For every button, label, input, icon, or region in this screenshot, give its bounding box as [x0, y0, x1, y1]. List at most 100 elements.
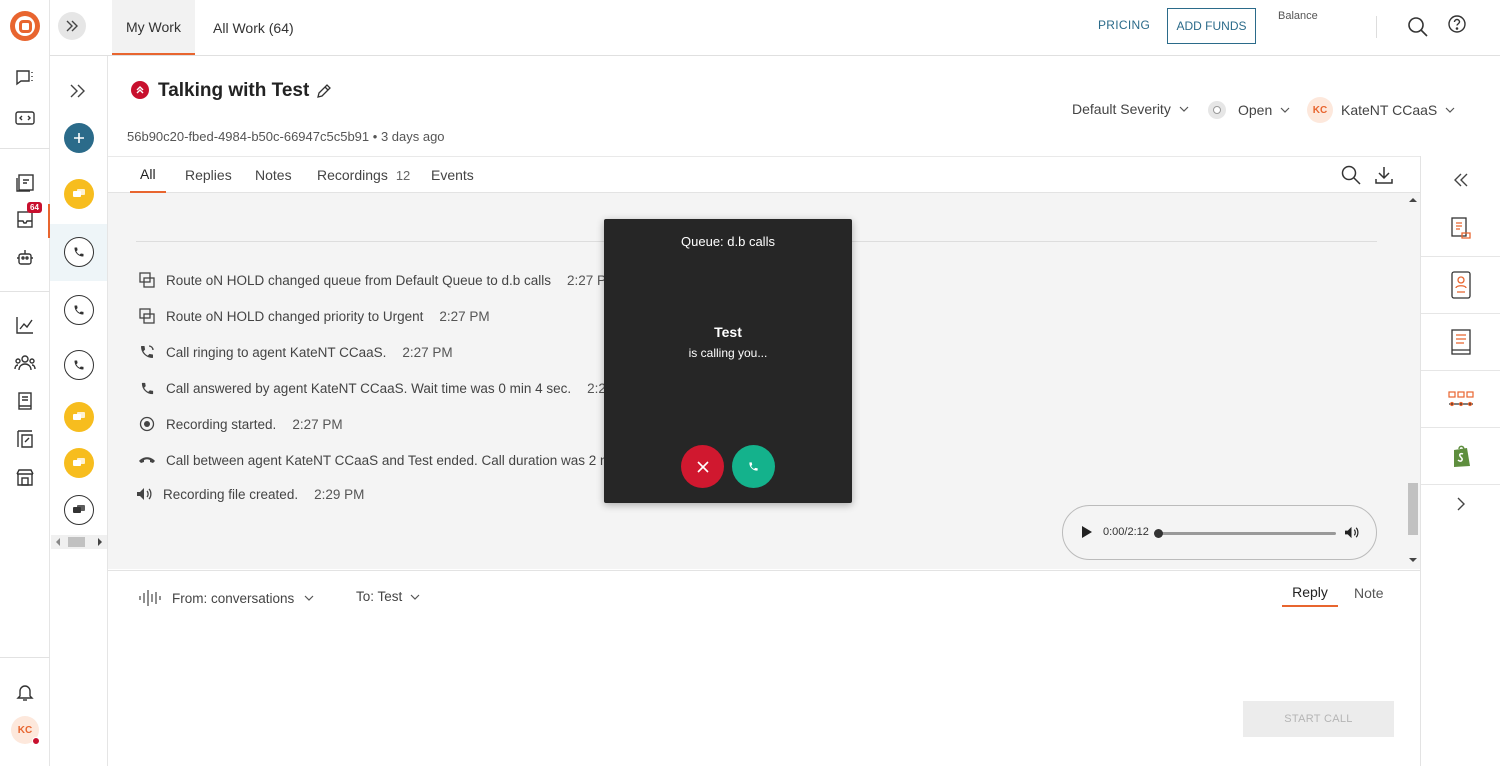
event-time: 2:29 PM	[314, 486, 365, 502]
report-icon[interactable]	[13, 427, 37, 451]
tab-my-work[interactable]: My Work	[112, 0, 195, 55]
app-document-icon[interactable]	[1421, 314, 1500, 371]
collapse-panel-icon[interactable]	[1453, 173, 1469, 187]
tab-notes[interactable]: Notes	[255, 157, 292, 193]
download-icon[interactable]	[1374, 165, 1394, 185]
chat-icon[interactable]	[13, 66, 37, 90]
people-icon[interactable]	[13, 351, 37, 375]
presence-dot	[32, 737, 40, 745]
collapse-list-icon[interactable]	[69, 84, 87, 98]
status-open-icon	[1208, 101, 1226, 119]
timeline-event: Recording file created. 2:29 PM	[135, 485, 364, 503]
chevron-down-icon	[1179, 106, 1189, 112]
app-logo[interactable]	[10, 11, 40, 41]
event-text: Recording started.	[166, 416, 277, 432]
speaker-icon	[135, 485, 153, 503]
double-chevron-right-icon	[66, 20, 78, 32]
volume-icon[interactable]	[1344, 526, 1359, 539]
app-notes-icon[interactable]	[1421, 200, 1500, 257]
from-label: From: conversations	[172, 590, 295, 606]
tab-recordings-label: Recordings	[317, 167, 388, 183]
analytics-icon[interactable]	[13, 313, 37, 337]
phone-icon	[74, 305, 84, 315]
code-icon[interactable]	[13, 106, 37, 130]
caller-name: Test	[714, 324, 742, 340]
chat-conversation-item[interactable]	[64, 495, 94, 525]
book-icon[interactable]	[13, 389, 37, 413]
tab-all-work[interactable]: All Work (64)	[199, 0, 308, 55]
tab-recordings-count: 12	[395, 167, 411, 183]
status-dropdown[interactable]: Open	[1208, 101, 1290, 119]
chat-conversation-item[interactable]	[64, 402, 94, 432]
help-icon[interactable]	[1447, 14, 1467, 34]
chevron-down-icon	[1445, 107, 1455, 113]
app-workflow-icon[interactable]	[1421, 371, 1500, 428]
call-status-text: is calling you...	[688, 346, 768, 360]
record-icon	[138, 415, 156, 433]
shopify-icon[interactable]	[1421, 428, 1500, 485]
tab-recordings[interactable]: Recordings 12	[317, 157, 410, 193]
timeline-event: Call answered by agent KateNT CCaaS. Wai…	[138, 379, 613, 397]
event-time: 2:27 PM	[402, 344, 453, 360]
decline-call-button[interactable]	[681, 445, 724, 488]
accept-call-button[interactable]	[732, 445, 775, 488]
tab-reply[interactable]: Reply	[1282, 579, 1338, 607]
call-conversation-item[interactable]	[64, 295, 94, 325]
ticket-header: Talking with Test 56b90c20-fbed-4984-b50…	[108, 56, 1500, 156]
conversation-list	[50, 56, 108, 766]
new-conversation-button[interactable]	[64, 123, 94, 153]
scrollbar-thumb[interactable]	[1408, 483, 1418, 535]
bot-icon[interactable]	[13, 246, 37, 270]
search-icon[interactable]	[1407, 16, 1429, 38]
to-label: To: Test	[356, 589, 403, 604]
store-icon[interactable]	[13, 465, 37, 489]
phone-icon	[138, 379, 156, 397]
call-conversation-item[interactable]	[64, 237, 94, 267]
edit-title-icon[interactable]	[316, 83, 332, 99]
event-text: Recording file created.	[163, 486, 299, 502]
horizontal-scrollbar[interactable]	[51, 535, 107, 549]
phone-icon	[749, 462, 758, 471]
top-bar: My Work All Work (64) PRICING ADD FUNDS …	[50, 0, 1500, 56]
timeline-event: Call ringing to agent KateNT CCaaS. 2:27…	[138, 343, 453, 361]
chevron-down-icon	[1280, 107, 1290, 113]
chevron-down-icon	[304, 595, 314, 601]
tab-all[interactable]: All	[130, 157, 166, 193]
play-button[interactable]	[1082, 526, 1092, 538]
audio-seek-bar[interactable]	[1158, 532, 1336, 535]
plus-icon	[74, 133, 84, 143]
search-icon[interactable]	[1341, 165, 1361, 185]
meta-separator: •	[372, 129, 381, 144]
event-text: Call answered by agent KateNT CCaaS. Wai…	[166, 380, 572, 396]
ticket-id: 56b90c20-fbed-4984-b50c-66947c5c5b91	[127, 129, 370, 144]
call-conversation-item[interactable]	[64, 350, 94, 380]
tab-events[interactable]: Events	[431, 157, 474, 193]
tab-replies[interactable]: Replies	[185, 157, 232, 193]
add-funds-button[interactable]: ADD FUNDS	[1167, 8, 1256, 44]
from-dropdown[interactable]: From: conversations	[138, 589, 314, 607]
chat-conversation-item[interactable]	[64, 179, 94, 209]
tab-note[interactable]: Note	[1354, 579, 1384, 607]
event-text: Route oN HOLD changed queue from Default…	[166, 272, 551, 288]
expand-sidebar-button[interactable]	[58, 12, 86, 40]
app-contact-icon[interactable]	[1421, 257, 1500, 314]
start-call-button[interactable]: START CALL	[1243, 701, 1394, 737]
divider	[1376, 16, 1377, 38]
audio-time: 0:00/2:12	[1103, 526, 1149, 538]
event-text: Call between agent KateNT CCaaS and Test…	[166, 452, 612, 468]
assignee-dropdown[interactable]: KC KateNT CCaaS	[1307, 97, 1455, 123]
balance-label: Balance	[1278, 10, 1318, 22]
pricing-link[interactable]: PRICING	[1098, 18, 1150, 32]
bell-icon[interactable]	[13, 680, 37, 704]
event-time: 2:27 PM	[292, 416, 343, 432]
audio-seek-knob[interactable]	[1154, 529, 1163, 538]
knowledge-icon[interactable]	[13, 171, 37, 195]
call-queue-label: Queue: d.b calls	[681, 234, 775, 249]
chevron-right-icon[interactable]	[1457, 497, 1465, 511]
chat-conversation-item[interactable]	[64, 448, 94, 478]
chat-bubbles-icon	[73, 505, 85, 513]
to-dropdown[interactable]: To: Test	[356, 589, 420, 604]
severity-dropdown[interactable]: Default Severity	[1072, 101, 1189, 117]
phone-ringing-icon	[138, 343, 156, 361]
queue-route-icon	[138, 271, 156, 289]
